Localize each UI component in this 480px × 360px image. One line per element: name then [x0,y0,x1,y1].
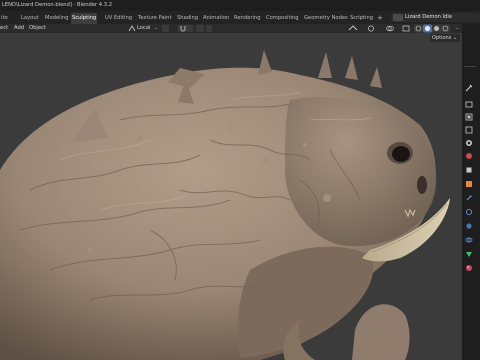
transform-orientation-icon [128,25,136,32]
menu-select[interactable]: ect [0,25,8,31]
falloff-button[interactable] [206,25,212,32]
tab-uv-editing[interactable]: UV Editing [104,14,133,23]
view-layer-icon[interactable] [465,126,473,134]
tab-geometry-nodes[interactable]: Geometry Nodes [303,14,349,23]
tab-shading[interactable]: Shading [176,14,199,23]
physics-icon[interactable] [465,222,473,230]
tab-compositing[interactable]: Compositing [265,14,300,23]
constraints-icon[interactable] [465,236,473,244]
modifier-icon[interactable] [465,194,473,202]
view-object-types-icon[interactable] [347,25,359,32]
output-icon[interactable] [465,113,473,121]
tab-modeling[interactable]: Modeling [44,14,70,23]
overlays-icon[interactable] [386,25,394,32]
shading-mode-buttons[interactable] [414,24,454,33]
window-title: LEND\Lizard Demon.blend] - Blender 4.3.2 [2,2,113,8]
proportional-edit-button[interactable] [196,25,204,32]
xray-icon[interactable] [402,25,410,32]
tab-ito[interactable]: ito [0,14,9,23]
menu-add[interactable]: Add [14,25,24,31]
chevron-down-icon: ⌄ [154,25,159,31]
options-label: Options [432,35,452,41]
viewport-header: ect Add Object Local ⌄ ⌄ [0,24,462,33]
world-icon[interactable] [465,152,473,160]
tab-rendering[interactable]: Rendering [233,14,262,23]
magnet-icon [180,26,186,32]
3d-viewport[interactable] [0,33,462,360]
tool-icon[interactable] [465,84,473,92]
chevron-down-icon: ⌄ [451,35,458,41]
tab-texture-paint[interactable]: Texture Paint [137,14,172,23]
scene-icon [393,14,403,21]
scene-icon[interactable] [465,139,473,147]
shading-options-chevron-icon[interactable]: ⌄ [455,25,459,31]
tab-animation[interactable]: Animation [202,14,230,23]
tab-scripting[interactable]: Scripting [349,14,374,23]
pivot-button[interactable] [162,25,169,32]
data-icon[interactable] [465,250,473,258]
title-bar: LEND\Lizard Demon.blend] - Blender 4.3.2 [0,0,480,11]
properties-tab-strip [462,24,480,360]
lizard-demon-sculpt [0,33,462,360]
orientation-dropdown[interactable]: Local [137,25,150,31]
tab-sculpting[interactable]: Sculpting [71,13,98,24]
render-icon[interactable] [465,100,473,108]
gizmo-icon[interactable] [367,25,375,32]
material-icon[interactable] [465,264,473,272]
add-workspace-button[interactable]: + [377,14,383,22]
snap-button[interactable] [178,25,193,32]
tab-layout[interactable]: Layout [20,14,40,23]
object-icon[interactable] [465,180,473,188]
collection-icon[interactable] [465,166,473,174]
divider [464,66,476,67]
menu-object[interactable]: Object [29,25,46,31]
scene-name: Lizard Demon Idle [405,14,453,20]
particles-icon[interactable] [465,208,473,216]
scene-selector[interactable]: Lizard Demon Idle [391,13,480,22]
options-button[interactable]: Options ⌄ [430,34,460,42]
